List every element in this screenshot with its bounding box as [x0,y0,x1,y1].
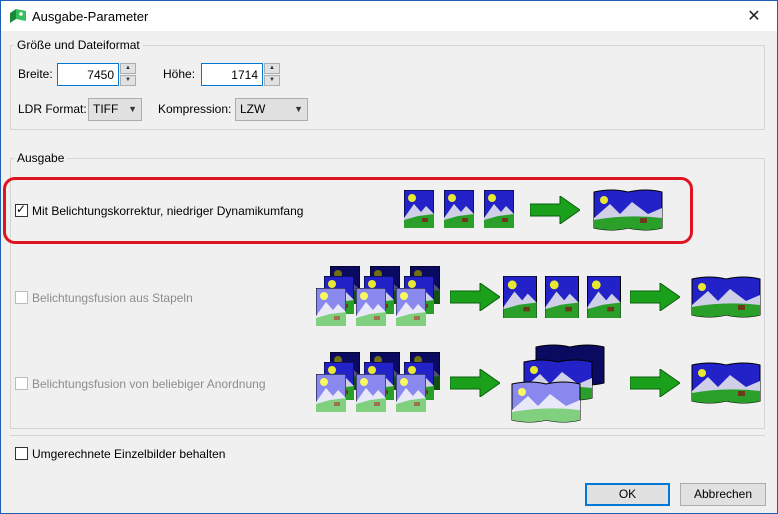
height-label: Höhe: [163,67,196,81]
stack-image-icon [396,374,426,412]
output-legend: Ausgabe [14,151,68,165]
panorama-icon [690,361,762,405]
fused-image-icon [587,276,621,318]
arrow-right-icon [630,283,680,311]
height-spinbox: ▲ ▼ [201,63,281,86]
panorama-icon [592,188,664,232]
exposure-correction-label: Mit Belichtungskorrektur, niedriger Dyna… [32,204,304,218]
height-decrement-button[interactable]: ▼ [264,75,280,86]
window-title: Ausgabe-Parameter [32,9,149,24]
stack-fusion-label: Belichtungsfusion aus Stapeln [32,291,193,305]
close-button[interactable]: ✕ [731,1,777,31]
width-input[interactable] [57,63,119,86]
arrow-right-icon [630,369,680,397]
stack-image-icon [356,374,386,412]
panorama-icon [690,275,762,319]
width-spin-buttons: ▲ ▼ [120,63,136,86]
chevron-down-icon: ▼ [294,104,303,114]
stack-image-icon [316,374,346,412]
height-increment-button[interactable]: ▲ [264,63,280,74]
ok-button[interactable]: OK [585,483,670,506]
stack-image-icon [396,288,426,326]
width-increment-button[interactable]: ▲ [120,63,136,74]
stack-image-icon [356,288,386,326]
fused-image-icon [503,276,537,318]
source-image-icon [444,190,474,228]
compression-label: Kompression: [158,102,232,116]
arrow-right-icon [450,283,500,311]
exposure-correction-checkbox[interactable] [15,202,28,217]
stack-image-icon [316,288,346,326]
arrow-right-icon [450,369,500,397]
size-format-legend: Größe und Dateiformat [14,38,143,52]
close-icon: ✕ [747,8,761,25]
keep-images-label: Umgerechnete Einzelbilder behalten [32,447,226,461]
source-image-icon [404,190,434,228]
width-spinbox: ▲ ▼ [57,63,137,86]
height-input[interactable] [201,63,263,86]
arbitrary-fusion-checkbox[interactable] [15,377,28,390]
cancel-button[interactable]: Abbrechen [680,483,766,506]
compression-value: LZW [240,102,266,116]
height-spin-buttons: ▲ ▼ [264,63,280,86]
app-icon [10,9,26,23]
keep-images-checkbox[interactable] [15,447,28,460]
chevron-down-icon: ▼ [128,104,137,114]
fused-image-icon [545,276,579,318]
ldr-format-value: TIFF [93,102,119,116]
separator [10,435,765,436]
compression-select[interactable]: LZW ▼ [235,98,308,121]
title-bar: Ausgabe-Parameter ✕ [0,0,778,31]
arbitrary-fusion-label: Belichtungsfusion von beliebiger Anordnu… [32,377,266,391]
stacked-panorama-icon [510,380,582,424]
ldr-format-select[interactable]: TIFF ▼ [88,98,142,121]
arrow-right-icon [530,196,580,224]
source-image-icon [484,190,514,228]
stack-fusion-checkbox[interactable] [15,291,28,304]
ldr-format-label: LDR Format: [18,102,87,116]
width-decrement-button[interactable]: ▼ [120,75,136,86]
width-label: Breite: [18,67,53,81]
